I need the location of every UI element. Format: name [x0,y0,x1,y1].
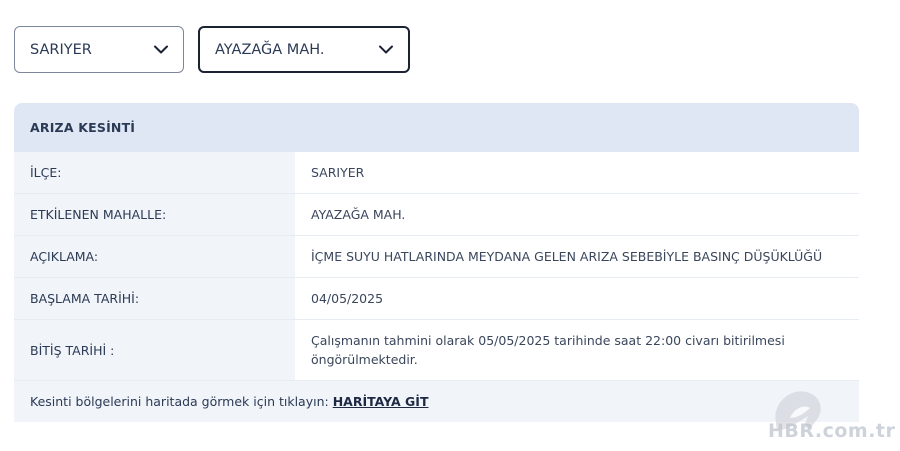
filter-bar: SARIYER AYAZAĞA MAH. [14,26,410,73]
row-label: BİTİŞ TARİHİ : [14,320,295,380]
info-row-start-date: BAŞLAMA TARİHİ: 04/05/2025 [14,278,859,320]
row-label: İLÇE: [14,152,295,193]
district-select[interactable]: SARIYER [14,26,184,73]
map-link-footer: Kesinti bölgelerini haritada görmek için… [14,381,859,422]
row-label: ETKİLENEN MAHALLE: [14,194,295,235]
map-link-text: Kesinti bölgelerini haritada görmek için… [30,394,329,409]
chevron-down-icon [379,45,393,54]
row-label: BAŞLAMA TARİHİ: [14,278,295,319]
info-row-end-date: BİTİŞ TARİHİ : Çalışmanın tahmini olarak… [14,320,859,381]
district-select-value: SARIYER [30,41,92,58]
row-value: 04/05/2025 [295,278,859,319]
row-value: SARIYER [295,152,859,193]
panel-title: ARIZA KESİNTİ [14,103,859,152]
row-value: İÇME SUYU HATLARINDA MEYDANA GELEN ARIZA… [295,236,859,277]
info-row-district: İLÇE: SARIYER [14,152,859,194]
row-value: AYAZAĞA MAH. [295,194,859,235]
outage-panel: ARIZA KESİNTİ İLÇE: SARIYER ETKİLENEN MA… [14,103,859,422]
map-link[interactable]: HARİTAYA GİT [333,394,429,409]
neighborhood-select[interactable]: AYAZAĞA MAH. [198,26,410,73]
row-label: AÇIKLAMA: [14,236,295,277]
info-row-neighborhood: ETKİLENEN MAHALLE: AYAZAĞA MAH. [14,194,859,236]
row-value: Çalışmanın tahmini olarak 05/05/2025 tar… [295,320,859,380]
watermark-text: HBR.com.tr [768,420,896,442]
chevron-down-icon [154,45,168,54]
info-row-description: AÇIKLAMA: İÇME SUYU HATLARINDA MEYDANA G… [14,236,859,278]
neighborhood-select-value: AYAZAĞA MAH. [215,41,325,58]
